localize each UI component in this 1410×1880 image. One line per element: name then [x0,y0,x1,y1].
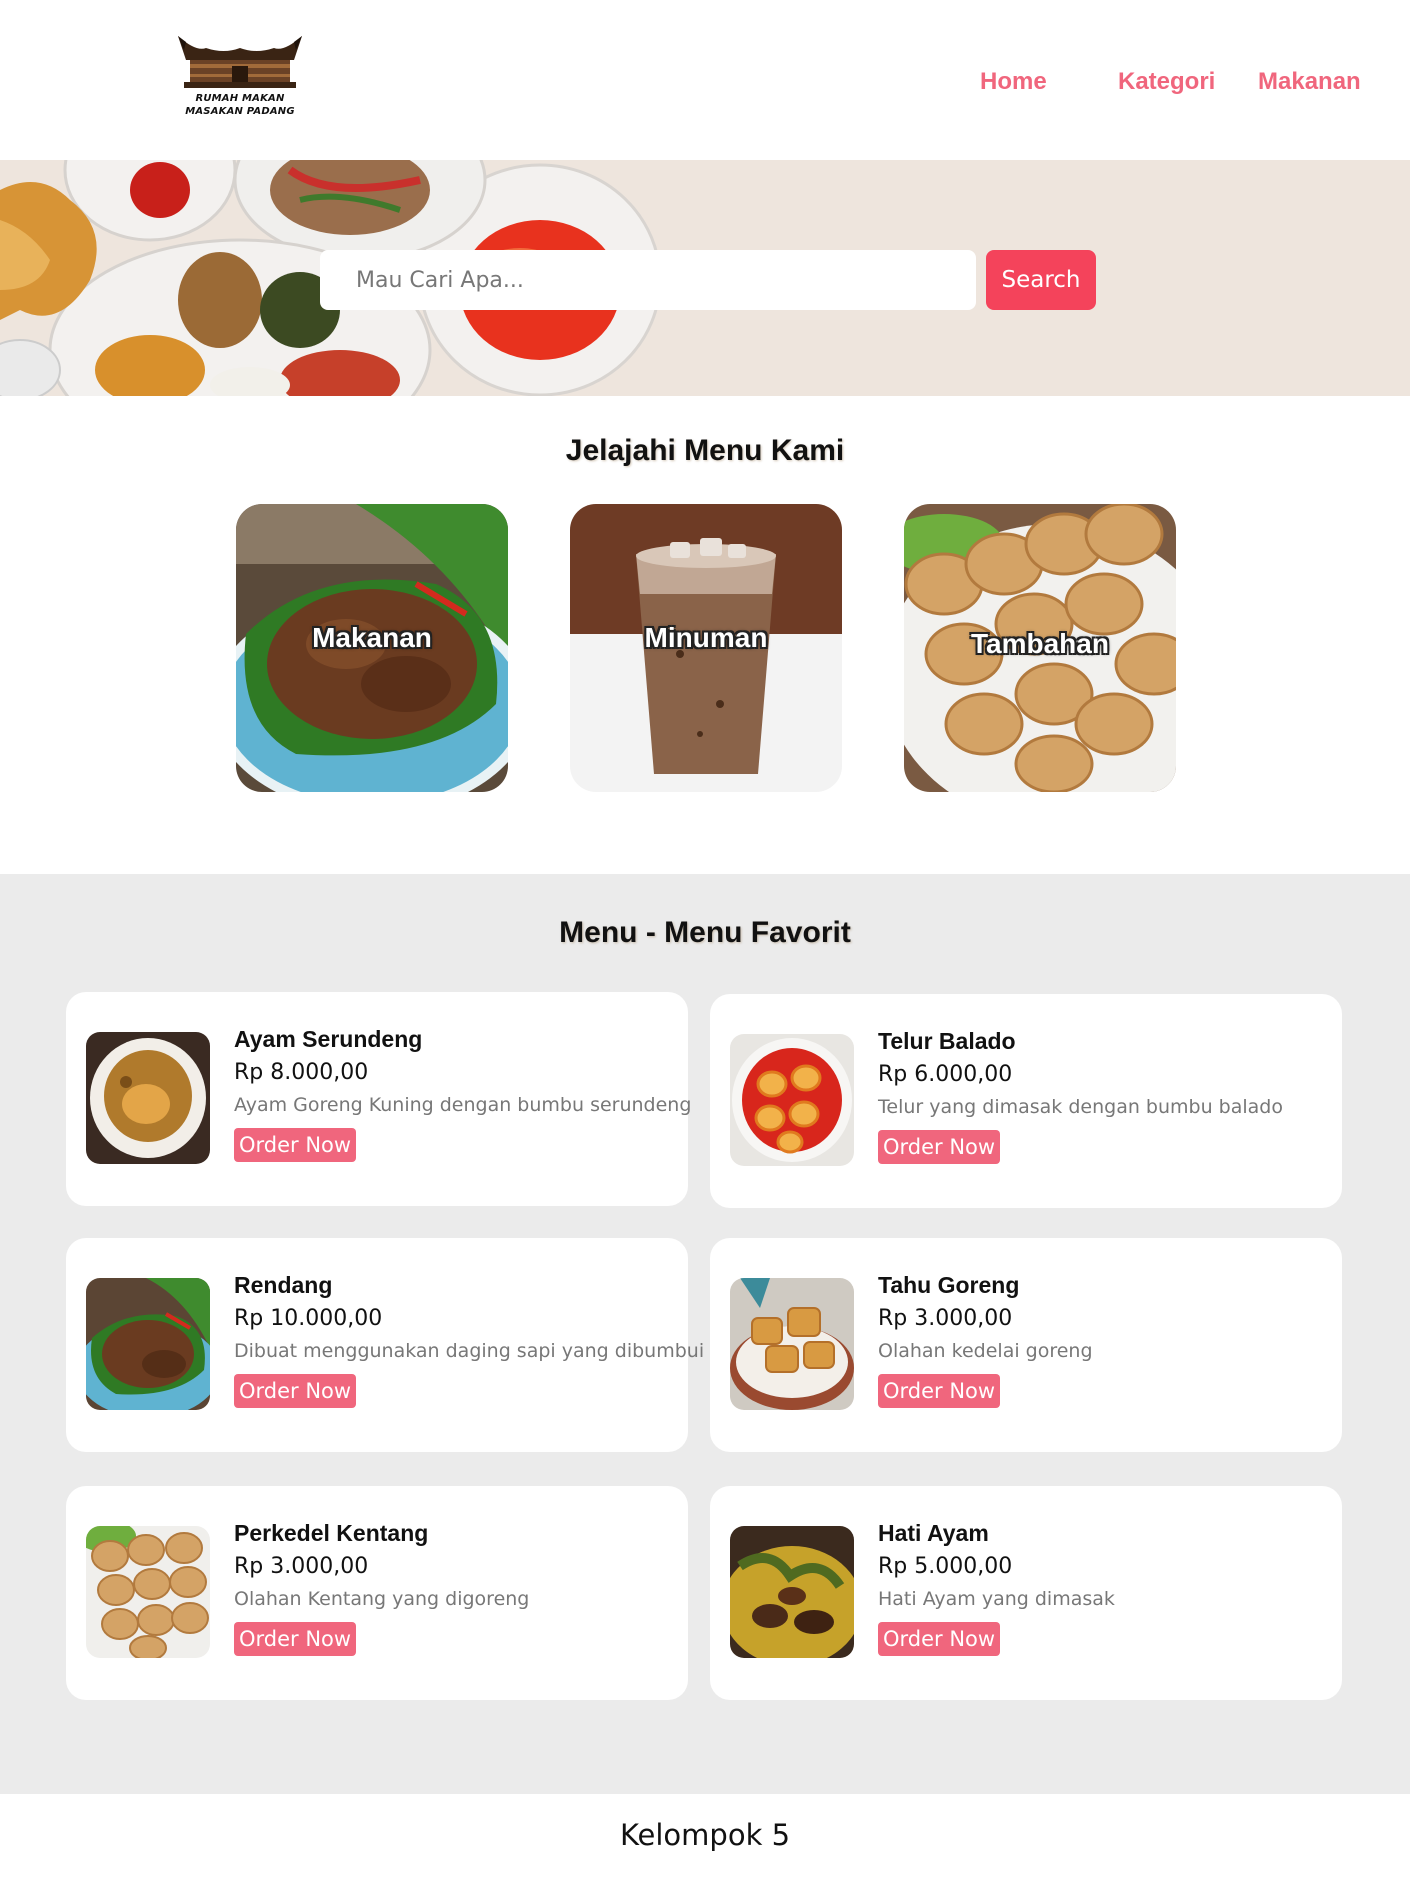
menu-name: Perkedel Kentang [234,1520,429,1546]
menu-image-ayam-serundeng [86,1032,210,1164]
order-now-button[interactable]: Order Now [878,1130,1001,1164]
categories-title: Jelajahi Menu Kami [565,434,845,467]
menu-price: Rp 6.000,00 [878,1062,1013,1087]
order-now-button[interactable]: Order Now [878,1622,1001,1656]
menu-name: Telur Balado [878,1028,1016,1054]
menu-price: Rp 8.000,00 [234,1060,369,1085]
menu-image-telur-balado [730,1034,854,1166]
menu-card-hati-ayam: Hati Ayam Rp 5.000,00 Hati Ayam yang dim… [710,1486,1342,1700]
category-label-minuman: Minuman [644,622,768,653]
nav-home[interactable]: Home [980,68,1047,96]
order-now-button[interactable]: Order Now [234,1128,357,1162]
menu-price: Rp 3.000,00 [878,1306,1013,1331]
menu-price: Rp 5.000,00 [878,1554,1013,1579]
menu-desc: Hati Ayam yang dimasak [878,1588,1115,1610]
category-label-tambahan: Tambahan [971,628,1109,659]
menu-image-hati-ayam [730,1526,854,1658]
menu-price: Rp 3.000,00 [234,1554,369,1579]
menu-desc: Dibuat menggunakan daging sapi yang dibu… [234,1340,705,1362]
menu-card-rendang: Rendang Rp 10.000,00 Dibuat menggunakan … [66,1238,704,1452]
menu-desc: Ayam Goreng Kuning dengan bumbu serunden… [234,1094,692,1116]
logo-text-line2: MASAKAN PADANG [185,106,295,117]
search-button[interactable]: Search [986,250,1096,310]
hero-banner: Search [0,160,1410,396]
menu-desc: Olahan kedelai goreng [878,1340,1093,1362]
category-card-tambahan[interactable]: Tambahan [904,504,1176,792]
menu-image-tahu-goreng [730,1278,854,1410]
menu-card-telur-balado: Telur Balado Rp 6.000,00 Telur yang dima… [710,994,1342,1208]
category-card-minuman[interactable]: Minuman [570,504,842,792]
menu-card-tahu-goreng: Tahu Goreng Rp 3.000,00 Olahan kedelai g… [710,1238,1342,1452]
logo[interactable]: RUMAH MAKAN MASAKAN PADANG [176,34,304,124]
favorites-title: Menu - Menu Favorit [559,916,851,949]
header: RUMAH MAKAN MASAKAN PADANG Home Kategori… [0,0,1410,160]
order-now-button[interactable]: Order Now [234,1374,357,1408]
footer-text: Kelompok 5 [619,1818,791,1852]
category-label-makanan: Makanan [312,622,432,653]
order-now-button[interactable]: Order Now [878,1374,1001,1408]
favorites-section: Menu - Menu Favorit Ayam Serundeng Rp 8.… [0,874,1410,1794]
menu-card-ayam-serundeng: Ayam Serundeng Rp 8.000,00 Ayam Goreng K… [66,992,692,1206]
rumah-gadang-icon [178,36,302,88]
menu-name: Rendang [234,1272,333,1298]
menu-image-perkedel-kentang [86,1526,210,1658]
category-card-makanan[interactable]: Makanan [236,504,508,792]
menu-price: Rp 10.000,00 [234,1306,383,1331]
nav-makanan[interactable]: Makanan [1258,68,1361,96]
menu-card-perkedel-kentang: Perkedel Kentang Rp 3.000,00 Olahan Kent… [66,1486,688,1700]
menu-name: Ayam Serundeng [234,1026,423,1052]
menu-image-rendang [86,1278,210,1410]
menu-name: Tahu Goreng [878,1272,1020,1298]
nav-kategori[interactable]: Kategori [1118,68,1215,96]
order-now-button[interactable]: Order Now [234,1622,357,1656]
menu-desc: Olahan Kentang yang digoreng [234,1588,530,1610]
search-input[interactable] [320,250,976,310]
menu-desc: Telur yang dimasak dengan bumbu balado [878,1096,1283,1118]
footer: Kelompok 5 [0,1794,1410,1880]
logo-text-line1: RUMAH MAKAN [195,93,285,104]
menu-name: Hati Ayam [878,1520,989,1546]
